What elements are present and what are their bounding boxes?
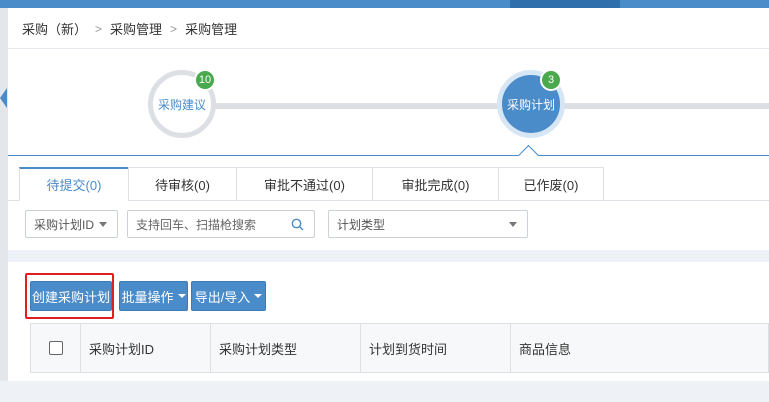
id-type-select-value: 采购计划ID	[34, 217, 95, 232]
tab-approved[interactable]: 审批完成(0)	[372, 167, 499, 201]
breadcrumb: 采购（新） > 采购管理 > 采购管理	[8, 8, 769, 49]
caret-down-icon	[177, 294, 186, 298]
caret-down-icon	[509, 222, 517, 227]
id-type-select[interactable]: 采购计划ID	[25, 210, 118, 238]
collapse-arrow-icon[interactable]	[0, 88, 7, 108]
export-import-button[interactable]: 导出/导入	[191, 281, 266, 311]
tab-bar: 待提交(0) 待审核(0) 审批不通过(0) 审批完成(0) 已作废(0)	[8, 144, 769, 201]
tab-voided[interactable]: 已作废(0)	[498, 167, 604, 201]
create-plan-button[interactable]: 创建采购计划	[30, 281, 112, 311]
list-panel: 创建采购计划 批量操作 导出/导入 采购计划ID 采购计划类型 计划到货时间 商…	[20, 262, 769, 380]
search-input[interactable]: 支持回车、扫描枪搜索	[127, 210, 315, 238]
tab-pending-review[interactable]: 待审核(0)	[128, 167, 237, 201]
plan-type-select[interactable]: 计划类型	[328, 210, 528, 238]
step-label: 采购计划	[506, 97, 555, 112]
breadcrumb-item-current: 采购管理	[185, 22, 238, 37]
caret-down-icon	[99, 222, 107, 227]
column-header-arrival-time[interactable]: 计划到货时间	[361, 324, 511, 372]
column-header-product-info[interactable]: 商品信息	[511, 324, 768, 372]
batch-operations-button[interactable]: 批量操作	[119, 281, 188, 311]
section-gap	[8, 250, 769, 262]
breadcrumb-item-module[interactable]: 采购管理	[110, 19, 162, 38]
search-icon[interactable]	[291, 218, 304, 231]
step-connector	[562, 103, 769, 109]
process-steps: 采购建议 10 采购计划 3	[8, 49, 769, 155]
tab-pending-submit[interactable]: 待提交(0)	[19, 167, 129, 201]
create-plan-button-label: 创建采购计划	[31, 289, 110, 305]
filter-bar: 采购计划ID 支持回车、扫描枪搜索 计划类型	[8, 200, 769, 250]
select-all-cell	[31, 324, 81, 372]
main-content: 待提交(0) 待审核(0) 审批不通过(0) 审批完成(0) 已作废(0) 采购…	[8, 144, 769, 402]
column-header-plan-type[interactable]: 采购计划类型	[211, 324, 361, 372]
select-all-checkbox[interactable]	[48, 341, 63, 355]
plan-table-header: 采购计划ID 采购计划类型 计划到货时间 商品信息	[30, 323, 769, 373]
step-count-badge: 10	[194, 69, 216, 91]
caret-down-icon	[254, 294, 263, 298]
chevron-right-icon: >	[170, 21, 178, 36]
step-count-badge: 3	[540, 69, 562, 91]
chevron-right-icon: >	[95, 21, 103, 36]
plan-type-select-value: 计划类型	[337, 217, 386, 232]
search-placeholder: 支持回车、扫描枪搜索	[136, 217, 257, 232]
top-bar	[0, 0, 769, 8]
top-bar-active-segment	[510, 0, 620, 8]
step-label: 采购建议	[157, 97, 206, 112]
tab-rejected[interactable]: 审批不通过(0)	[236, 167, 373, 201]
column-header-plan-id[interactable]: 采购计划ID	[81, 324, 211, 372]
step-connector	[213, 103, 501, 109]
export-import-button-label: 导出/导入	[194, 289, 251, 305]
batch-operations-button-label: 批量操作	[121, 289, 174, 305]
page-bottom	[0, 381, 769, 402]
breadcrumb-item-root[interactable]: 采购（新）	[22, 19, 87, 38]
